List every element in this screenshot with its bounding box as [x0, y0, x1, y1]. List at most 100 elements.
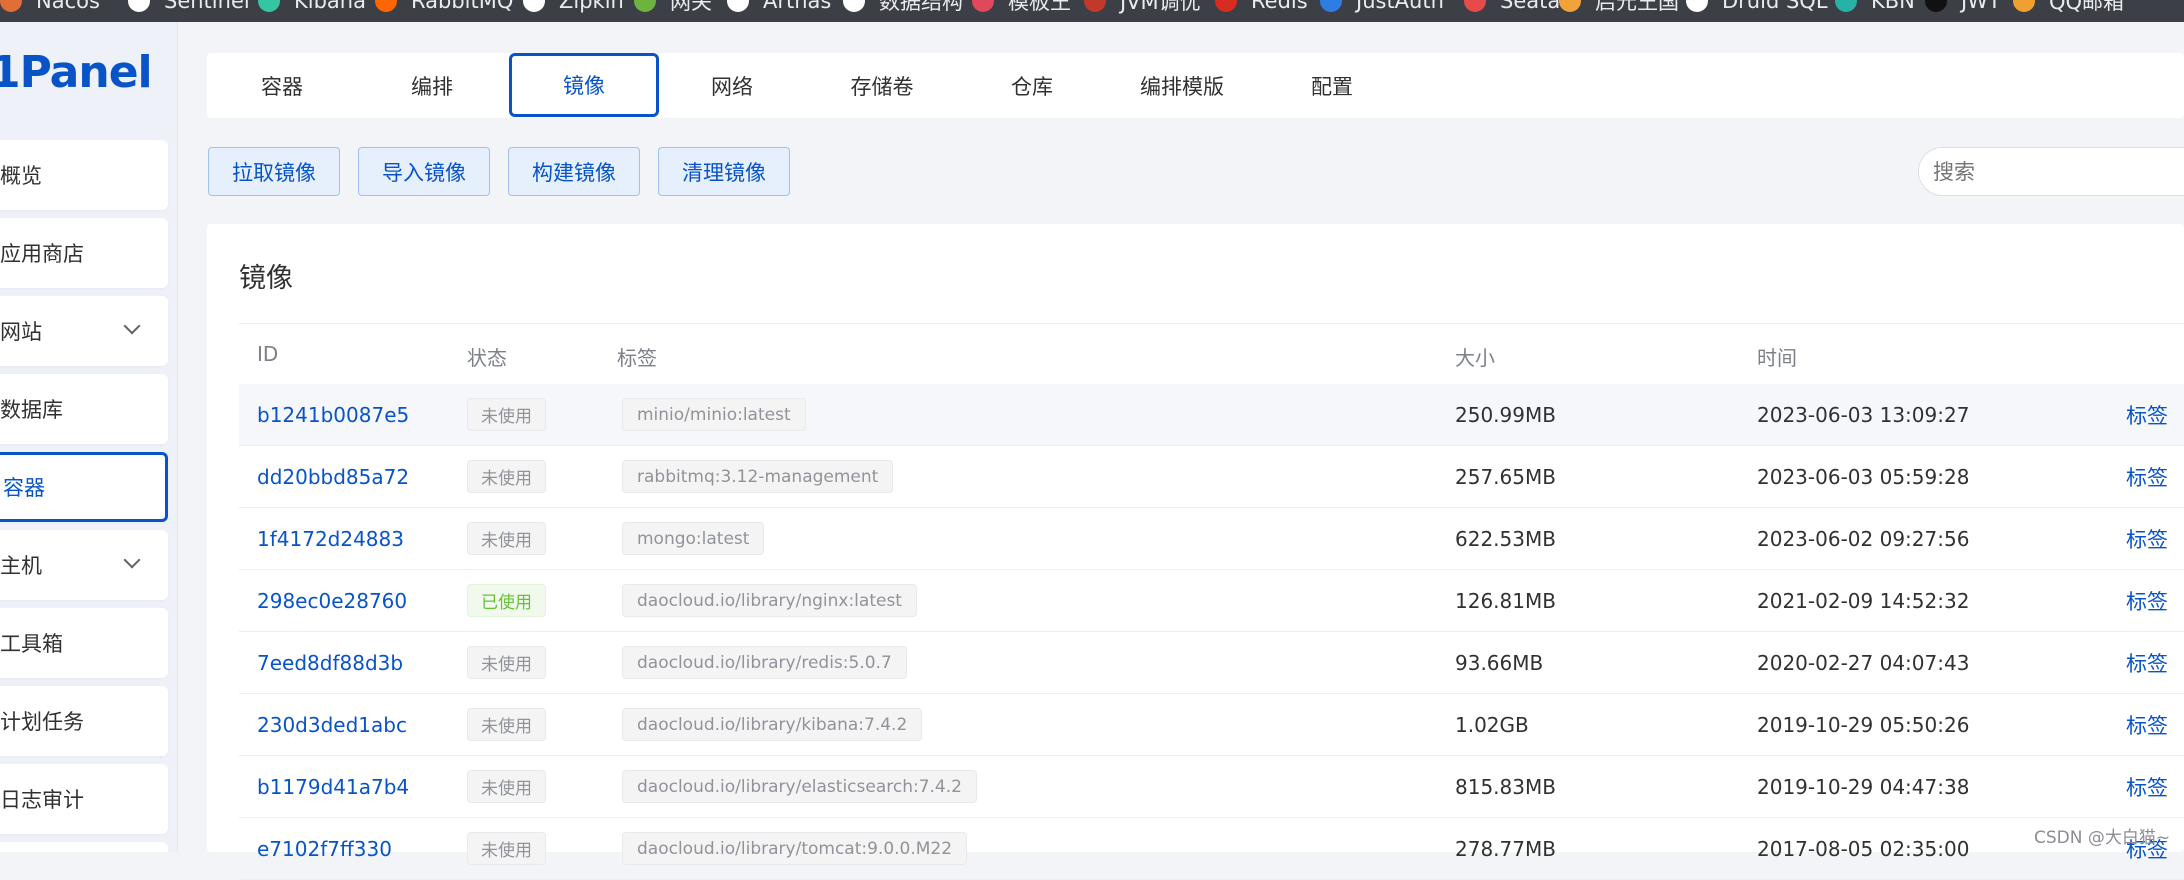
bookmark-item[interactable]: JWT	[1925, 0, 2001, 16]
tab-item[interactable]: 网络	[657, 53, 807, 118]
chevron-down-icon[interactable]	[123, 551, 141, 569]
table-row[interactable]: e7102f7ff330 未使用 daocloud.io/library/tomca…	[239, 818, 2184, 880]
image-time: 2017-08-05 02:35:00	[1757, 837, 1970, 861]
chevron-down-icon[interactable]	[123, 317, 141, 335]
sidebar-item-label: 数据库	[0, 398, 63, 422]
tab-item[interactable]: 配置	[1257, 53, 1407, 118]
image-id-link[interactable]: 230d3ded1abc	[257, 694, 407, 756]
bookmark-item[interactable]: 网关	[634, 0, 712, 16]
sidebar-item[interactable]: 网站	[0, 296, 168, 366]
tag-action-button[interactable]: 标签	[2126, 694, 2168, 756]
tab-item[interactable]: 容器	[207, 53, 357, 118]
column-header-size[interactable]: 大小	[1455, 342, 1495, 371]
status-badge: 未使用	[467, 708, 546, 741]
bookmark-item[interactable]: RabbitMQ	[375, 0, 513, 16]
image-id-link[interactable]: 1f4172d24883	[257, 508, 404, 570]
sidebar-item-label: 工具箱	[0, 632, 63, 656]
bookmark-icon	[1686, 0, 1708, 12]
tab-item[interactable]: 编排	[357, 53, 507, 118]
column-header-tags[interactable]: 标签	[617, 342, 657, 371]
column-header-status[interactable]: 状态	[467, 342, 507, 371]
action-button[interactable]: 清理镜像	[658, 147, 790, 196]
bookmark-item[interactable]: JustAuth	[1320, 0, 1444, 16]
bookmark-item[interactable]: 模板王	[972, 0, 1071, 16]
tab-item[interactable]: 存储卷	[807, 53, 957, 118]
sidebar-item[interactable]: 工具箱	[0, 608, 168, 678]
tag-action-button[interactable]: 标签	[2126, 756, 2168, 818]
bookmark-item[interactable]: 数据结构	[843, 0, 963, 16]
bookmark-item[interactable]: Redis	[1215, 0, 1308, 16]
sidebar-item[interactable]: 概览	[0, 140, 168, 210]
image-size: 93.66MB	[1455, 651, 1544, 675]
bookmark-label: 网关	[670, 0, 712, 14]
bookmark-item[interactable]: Seata	[1464, 0, 1560, 16]
bookmark-item[interactable]: Kibana	[258, 0, 366, 16]
bookmark-item[interactable]: QQ邮箱	[2013, 0, 2124, 16]
column-header-id[interactable]: ID	[257, 342, 278, 366]
sidebar-item-label: 主机	[0, 554, 42, 578]
sidebar-item[interactable]: 容器	[0, 452, 168, 522]
bookmark-item[interactable]: 启元王国	[1559, 0, 1679, 16]
bookmark-icon	[2013, 0, 2035, 12]
bookmark-icon	[0, 0, 22, 12]
card-title: 镜像	[239, 263, 293, 294]
bookmark-label: QQ邮箱	[2049, 0, 2125, 14]
column-header-time[interactable]: 时间	[1757, 342, 1797, 371]
table-row[interactable]: 1f4172d24883 未使用 mongo:latest 622.53MB 2023-…	[239, 508, 2184, 570]
bookmark-icon	[1464, 0, 1486, 12]
action-button[interactable]: 拉取镜像	[208, 147, 340, 196]
bookmark-icon	[1925, 0, 1947, 12]
bookmark-label: 启元王国	[1595, 0, 1679, 14]
sidebar-item[interactable]: 数据库	[0, 374, 168, 444]
bookmark-item[interactable]: Sentinel	[128, 0, 250, 16]
table-row[interactable]: 298ec0e28760 已使用 daocloud.io/library/nginx…	[239, 570, 2184, 632]
table-row[interactable]: 7eed8df88d3b 未使用 daocloud.io/library/redis…	[239, 632, 2184, 694]
bookmark-label: Druid SQL	[1722, 0, 1828, 13]
sidebar-item[interactable]: 计划任务	[0, 686, 168, 756]
action-button[interactable]: 导入镜像	[358, 147, 490, 196]
sidebar-item[interactable]: 日志审计	[0, 764, 168, 834]
tag-action-button[interactable]: 标签	[2126, 570, 2168, 632]
image-tag: daocloud.io/library/redis:5.0.7	[622, 646, 907, 679]
tab-item[interactable]: 仓库	[957, 53, 1107, 118]
image-id-link[interactable]: 7eed8df88d3b	[257, 632, 403, 694]
table-row[interactable]: dd20bbd85a72 未使用 rabbitmq:3.12-management 2…	[239, 446, 2184, 508]
status-badge: 未使用	[467, 646, 546, 679]
image-size: 126.81MB	[1455, 589, 1556, 613]
image-id-link[interactable]: e7102f7ff330	[257, 818, 392, 880]
status-badge: 未使用	[467, 460, 546, 493]
tab-item[interactable]: 编排模版	[1107, 53, 1257, 118]
image-id-link[interactable]: b1241b0087e5	[257, 384, 409, 446]
watermark: CSDN @大白猫~	[2034, 828, 2171, 848]
image-id-link[interactable]: 298ec0e28760	[257, 570, 407, 632]
bookmark-icon	[727, 0, 749, 12]
table-row[interactable]: 230d3ded1abc 未使用 daocloud.io/library/kiban…	[239, 694, 2184, 756]
bookmark-icon	[634, 0, 656, 12]
bookmark-label: JVM调优	[1120, 0, 1201, 14]
bookmark-item[interactable]: Nacos	[0, 0, 100, 16]
bookmark-item[interactable]: KBN	[1835, 0, 1915, 16]
sidebar-item[interactable]: 面板设置	[0, 842, 168, 852]
bookmark-item[interactable]: JVM调优	[1084, 0, 1201, 16]
images-card: 镜像 ID 状态 标签 大小 时间 b1241b0087e5 未使用 minio/m…	[207, 224, 2184, 880]
action-button[interactable]: 构建镜像	[508, 147, 640, 196]
status-badge: 未使用	[467, 832, 546, 865]
bookmark-label: JWT	[1961, 0, 2001, 13]
tag-action-button[interactable]: 标签	[2126, 384, 2168, 446]
tab-bar: 容器 编排 镜像 网络 存储卷 仓库 编排模版 配置	[207, 53, 2184, 118]
bookmark-item[interactable]: Arthas	[727, 0, 831, 16]
tag-action-button[interactable]: 标签	[2126, 632, 2168, 694]
table-row[interactable]: b1179d41a7b4 未使用 daocloud.io/library/elast…	[239, 756, 2184, 818]
tab-item[interactable]: 镜像	[509, 53, 659, 117]
image-id-link[interactable]: dd20bbd85a72	[257, 446, 409, 508]
sidebar-item[interactable]: 应用商店	[0, 218, 168, 288]
bookmark-item[interactable]: Druid SQL	[1686, 0, 1828, 16]
table-row[interactable]: b1241b0087e5 未使用 minio/minio:latest 250.99M…	[239, 384, 2184, 446]
image-id-link[interactable]: b1179d41a7b4	[257, 756, 409, 818]
image-time: 2023-06-03 05:59:28	[1757, 465, 1970, 489]
tag-action-button[interactable]: 标签	[2126, 508, 2168, 570]
tag-action-button[interactable]: 标签	[2126, 446, 2168, 508]
search-input[interactable]	[1918, 147, 2184, 196]
bookmark-item[interactable]: Zipkin	[523, 0, 624, 16]
sidebar-item[interactable]: 主机	[0, 530, 168, 600]
